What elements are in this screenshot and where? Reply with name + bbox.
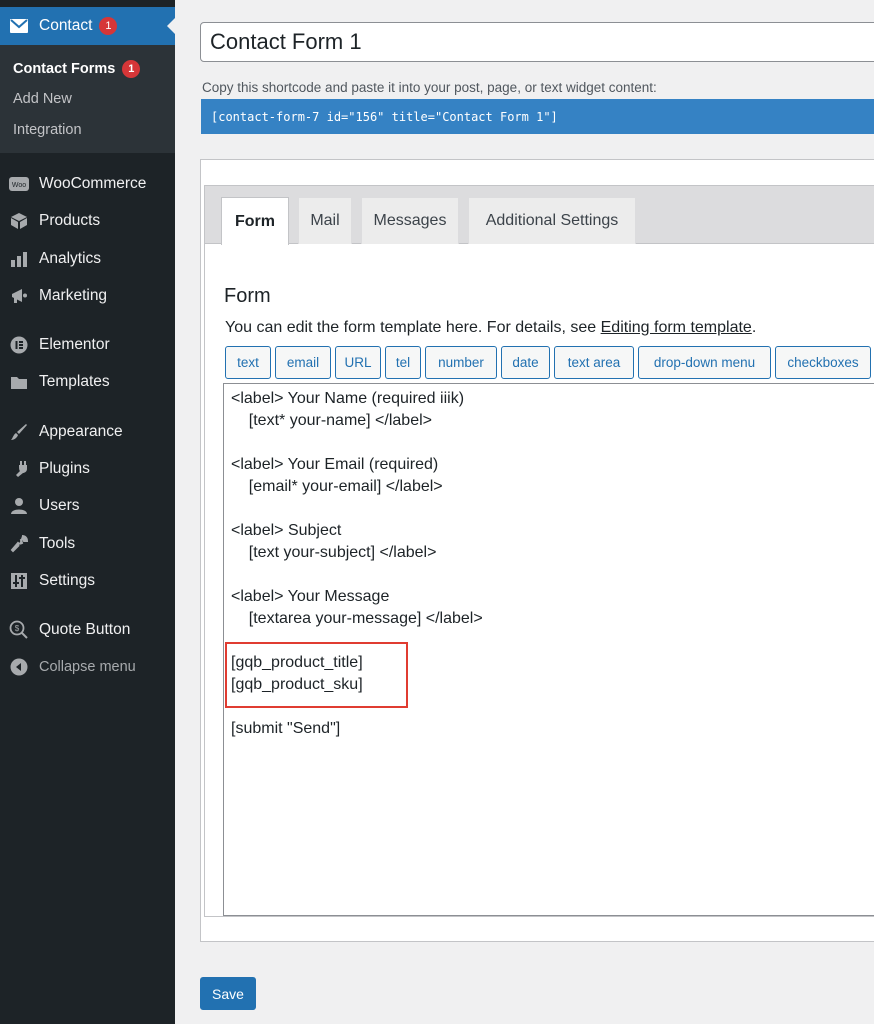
- panel-description: You can edit the form template here. For…: [225, 319, 756, 337]
- collapse-menu-button[interactable]: Collapse menu: [0, 648, 175, 686]
- collapse-menu-label: Collapse menu: [39, 659, 136, 675]
- submenu-contact-forms[interactable]: Contact Forms 1: [13, 60, 141, 78]
- brush-icon: [9, 422, 29, 442]
- menu-marketing-label: Marketing: [39, 287, 108, 304]
- desc-prefix: You can edit the form template here. For…: [225, 319, 601, 336]
- admin-sidebar: Contact 1 Contact Forms 1 Add New Integr…: [0, 0, 175, 1024]
- panel-title: Form: [224, 285, 271, 307]
- template-line: <label> Subject: [231, 522, 342, 539]
- menu-users[interactable]: Users: [0, 487, 175, 525]
- template-line: [text your-subject] </label>: [231, 544, 437, 561]
- megaphone-icon: [9, 286, 29, 306]
- elementor-icon: [9, 335, 29, 355]
- menu-settings-label: Settings: [39, 572, 96, 589]
- tag-button-date[interactable]: date: [501, 346, 550, 379]
- template-line: <label> Your Name (required iiik): [231, 390, 465, 407]
- menu-tools[interactable]: Tools: [0, 525, 175, 563]
- menu-contact[interactable]: Contact 1: [0, 7, 175, 45]
- plugin-icon: [9, 459, 29, 479]
- menu-templates-label: Templates: [39, 373, 110, 390]
- menu-elementor[interactable]: Elementor: [0, 326, 175, 364]
- tag-button-number[interactable]: number: [425, 346, 497, 379]
- submenu-contact-forms-label: Contact Forms: [13, 61, 116, 77]
- menu-elementor-label: Elementor: [39, 336, 110, 353]
- form-title-input[interactable]: Contact Form 1: [200, 22, 874, 62]
- menu-plugins-label: Plugins: [39, 460, 90, 477]
- template-line: [email* your-email] </label>: [231, 478, 443, 495]
- tab-additional-settings[interactable]: Additional Settings: [468, 197, 636, 244]
- tab-mail[interactable]: Mail: [298, 197, 352, 244]
- menu-analytics-label: Analytics: [39, 250, 102, 267]
- wrench-icon: [9, 534, 29, 554]
- sliders-icon: [9, 571, 29, 591]
- menu-woocommerce[interactable]: Woo WooCommerce: [0, 165, 175, 203]
- template-line: [submit "Send"]: [231, 720, 341, 737]
- menu-products[interactable]: Products: [0, 202, 175, 240]
- menu-woocommerce-label: WooCommerce: [39, 175, 147, 192]
- template-line: <label> Your Email (required): [231, 456, 439, 473]
- menu-marketing[interactable]: Marketing: [0, 277, 175, 315]
- menu-appearance-label: Appearance: [39, 423, 123, 440]
- submenu-add-new[interactable]: Add New: [13, 91, 72, 107]
- bar-chart-icon: [9, 249, 29, 269]
- contact-forms-badge: 1: [122, 60, 141, 78]
- tag-button-url[interactable]: URL: [335, 346, 381, 379]
- tab-messages[interactable]: Messages: [361, 197, 459, 244]
- menu-templates[interactable]: Templates: [0, 363, 175, 401]
- menu-plugins[interactable]: Plugins: [0, 450, 175, 488]
- shortcode-field[interactable]: [contact-form-7 id="156" title="Contact …: [201, 99, 874, 134]
- menu-products-label: Products: [39, 212, 101, 229]
- tag-button-email[interactable]: email: [275, 346, 331, 379]
- highlight-box: [225, 642, 408, 708]
- menu-quote-button[interactable]: $ Quote Button: [0, 611, 175, 649]
- editing-form-template-link[interactable]: Editing form template: [601, 319, 752, 336]
- template-line: [textarea your-message] </label>: [231, 610, 483, 627]
- tag-button-tel[interactable]: tel: [385, 346, 421, 379]
- save-button[interactable]: Save: [200, 977, 256, 1010]
- tag-button-text[interactable]: text: [225, 346, 271, 379]
- menu-tools-label: Tools: [39, 535, 76, 552]
- mail-icon: [9, 16, 29, 36]
- tag-button-checkboxes[interactable]: checkboxes: [775, 346, 871, 379]
- contact-badge: 1: [99, 17, 118, 35]
- menu-settings[interactable]: Settings: [0, 562, 175, 600]
- menu-analytics[interactable]: Analytics: [0, 240, 175, 278]
- menu-contact-label: Contact: [39, 17, 93, 34]
- quote-icon: $: [9, 620, 29, 640]
- svg-text:Woo: Woo: [12, 182, 26, 189]
- submenu-integration[interactable]: Integration: [13, 122, 82, 138]
- box-icon: [9, 211, 29, 231]
- menu-appearance[interactable]: Appearance: [0, 413, 175, 451]
- template-line: [text* your-name] </label>: [231, 412, 432, 429]
- menu-users-label: Users: [39, 497, 80, 514]
- desc-suffix: .: [751, 319, 757, 336]
- template-line: <label> Your Message: [231, 588, 390, 605]
- user-icon: [9, 496, 29, 516]
- tag-button-textarea[interactable]: text area: [554, 346, 634, 379]
- folder-icon: [9, 372, 29, 392]
- collapse-icon: [9, 657, 29, 677]
- woo-icon: Woo: [9, 174, 29, 194]
- tag-button-dropdown[interactable]: drop-down menu: [638, 346, 771, 379]
- tab-form[interactable]: Form: [221, 197, 289, 245]
- shortcode-label: Copy this shortcode and paste it into yo…: [202, 80, 657, 95]
- current-arrow: [167, 18, 175, 34]
- svg-text:$: $: [15, 624, 20, 633]
- menu-quote-button-label: Quote Button: [39, 621, 131, 638]
